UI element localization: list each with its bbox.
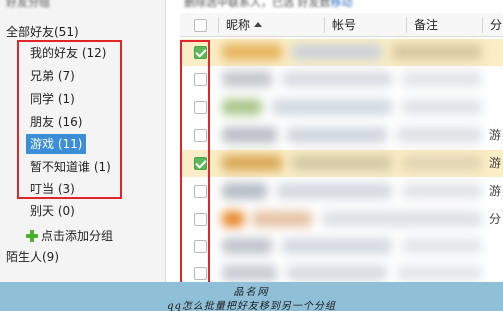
table-row[interactable]: 游 (180, 178, 503, 205)
table-row[interactable]: 游 (180, 150, 503, 177)
blurred-row-content (222, 124, 492, 147)
watermark-banner: 品名网 qq怎么批量把好友移到另一个分组 (0, 282, 503, 311)
group-item-other[interactable]: 别天 (0) (26, 201, 79, 221)
row-group-cell: 分 (488, 212, 501, 226)
add-group-label: 点击添加分组 (41, 229, 114, 243)
move-link[interactable]: 移动 (331, 0, 353, 9)
table-row[interactable]: 分 (180, 206, 503, 233)
table-row[interactable] (180, 39, 503, 66)
column-group[interactable]: 分 (490, 13, 502, 37)
blurred-row-content (222, 152, 492, 175)
blurred-row-content (222, 208, 492, 231)
table-row[interactable] (180, 66, 503, 93)
strangers-group[interactable]: 陌生人(9) (6, 248, 59, 265)
blurred-row-content (222, 235, 492, 258)
table-row[interactable]: 游 (180, 122, 503, 149)
row-group-cell: 游 (488, 184, 501, 198)
table-row[interactable] (180, 233, 503, 260)
blurred-row-content (222, 180, 492, 203)
groups-annotation-box (17, 40, 122, 199)
all-friends-group[interactable]: 全部好友(51) (6, 23, 79, 40)
toolbar-hint-text: 删除选中联系人，已选 好友数 (184, 0, 331, 9)
column-account[interactable]: 帐号 (332, 13, 356, 37)
table-row[interactable] (180, 94, 503, 121)
watermark-caption: qq怎么批量把好友移到另一个分组 (167, 301, 336, 311)
column-nickname-label: 昵称 (226, 18, 251, 32)
friend-list-panel: 删除选中联系人，已选 好友数移动 昵称 帐号 备注 分 游 游 游 分 (180, 0, 503, 311)
row-group-cell: 游 (488, 156, 501, 170)
watermark-site-name: 品名网 (233, 287, 270, 298)
column-nickname[interactable]: 昵称 (226, 13, 263, 37)
checkbox-column-annotation-box (180, 40, 210, 286)
group-sidebar: 好友分组 全部好友(51) 我的好友 (12) 兄弟 (7) 同学 (1) 朋友… (0, 0, 166, 311)
sidebar-header: 好友分组 (6, 0, 50, 9)
toolbar-hint: 删除选中联系人，已选 好友数移动 (180, 0, 503, 9)
table-header: 昵称 帐号 备注 分 (180, 13, 503, 37)
blurred-row-content (222, 41, 492, 64)
row-group-cell: 游 (488, 128, 501, 142)
plus-icon (26, 230, 38, 242)
column-remark[interactable]: 备注 (414, 13, 438, 37)
blurred-row-content (222, 68, 492, 91)
sort-ascending-icon (254, 22, 263, 27)
select-all-checkbox[interactable] (194, 19, 207, 32)
add-group-button[interactable]: 点击添加分组 (26, 227, 113, 244)
blurred-row-content (222, 96, 492, 119)
